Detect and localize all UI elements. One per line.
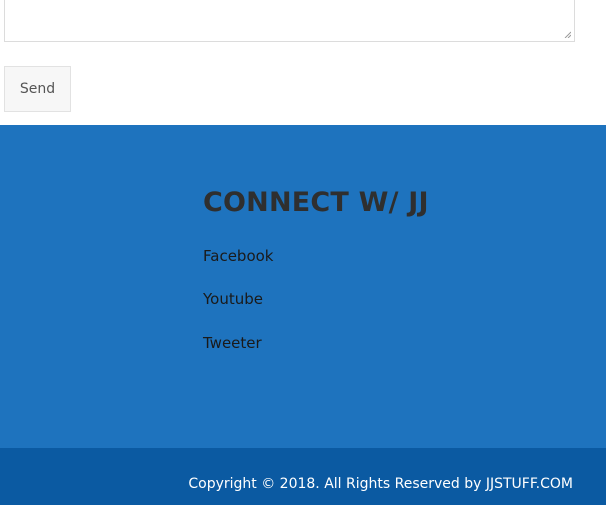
contact-form: Send <box>0 0 606 125</box>
connect-title: CONNECT W/ JJ <box>203 187 429 218</box>
facebook-link[interactable]: Facebook <box>203 247 273 265</box>
page: Send CONNECT W/ JJ Facebook Youtube Twee… <box>0 0 606 505</box>
youtube-link[interactable]: Youtube <box>203 290 263 308</box>
tweeter-link[interactable]: Tweeter <box>203 334 262 352</box>
message-textarea[interactable] <box>4 0 575 42</box>
footer-bar: Copyright © 2018. All Rights Reserved by… <box>0 448 606 505</box>
connect-section: CONNECT W/ JJ Facebook Youtube Tweeter <box>0 125 606 448</box>
send-button[interactable]: Send <box>4 66 71 112</box>
copyright-text: Copyright © 2018. All Rights Reserved by… <box>188 476 573 492</box>
resize-grip-icon[interactable] <box>564 31 571 38</box>
